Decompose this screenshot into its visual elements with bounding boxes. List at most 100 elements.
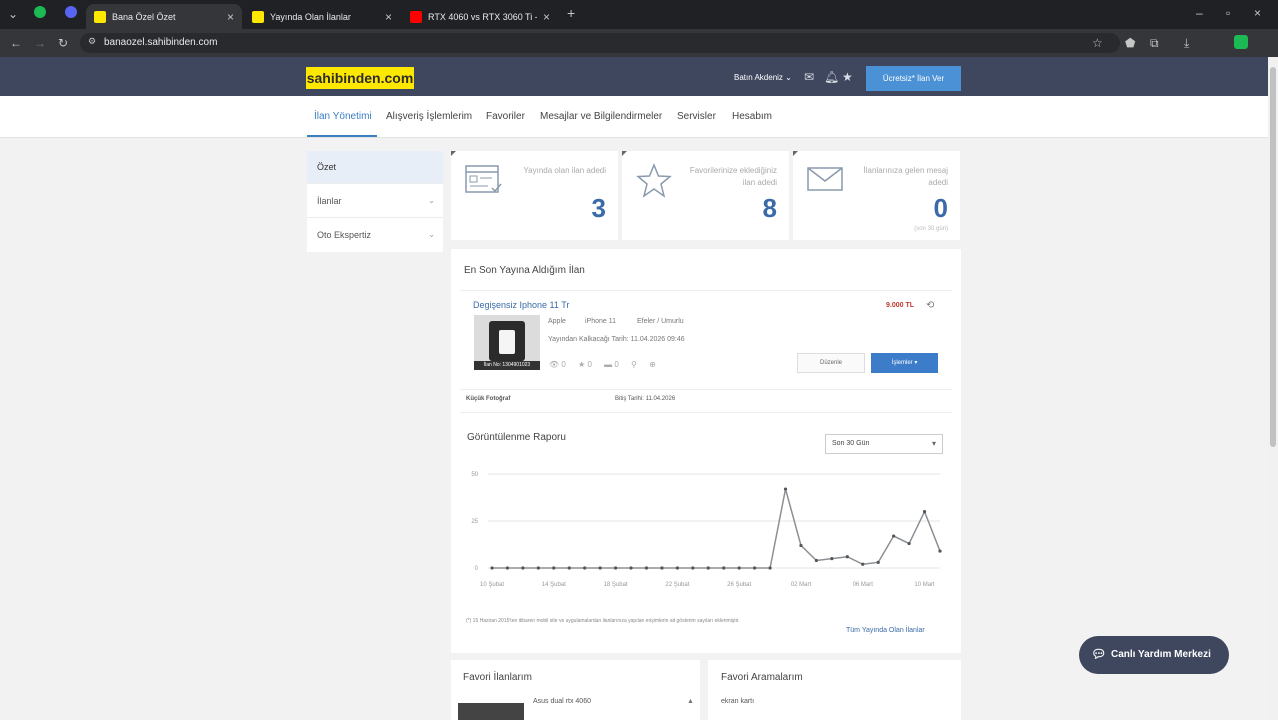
- close-tab-icon[interactable]: ×: [227, 10, 234, 24]
- tab-youtube[interactable]: RTX 4060 vs RTX 3060 Ti - Test ×: [402, 4, 558, 29]
- y-tick-label: 0: [475, 566, 479, 572]
- browser-tabstrip: ⌄ Bana Özel Özet × Yayında Olan İlanlar …: [0, 0, 1278, 29]
- reload-icon[interactable]: ↻: [58, 36, 68, 50]
- data-point: [644, 566, 649, 570]
- spotify-tab-icon[interactable]: [34, 6, 46, 18]
- close-tab-icon[interactable]: ×: [385, 10, 392, 24]
- youtube-favicon: [410, 10, 422, 23]
- phone-image: [489, 321, 525, 361]
- stat-label: Yayında olan ilan adedi: [523, 166, 606, 175]
- notifications-icon[interactable]: 🔔︎: [824, 70, 839, 84]
- close-tab-icon[interactable]: ×: [543, 10, 550, 24]
- nav-hesabim[interactable]: Hesabım: [732, 111, 772, 122]
- listing-number: İlan No: 1304901023: [474, 361, 540, 370]
- fav-search-item[interactable]: ekran kartı: [721, 698, 754, 705]
- globe-icon: ⊕: [649, 360, 656, 369]
- history-icon[interactable]: ⟲: [926, 300, 934, 311]
- messages-icon[interactable]: ✉: [804, 70, 814, 84]
- tab-yayinda-olan[interactable]: Yayında Olan İlanlar ×: [244, 4, 400, 29]
- nav-favoriler[interactable]: Favoriler: [486, 111, 525, 122]
- maximize-icon[interactable]: ▫: [1226, 6, 1230, 20]
- new-tab-icon[interactable]: +: [567, 5, 575, 21]
- listing-brand: Apple: [548, 318, 566, 325]
- nav-servisler[interactable]: Servisler: [677, 111, 716, 122]
- post-ad-button[interactable]: Ücretsiz* İlan Ver: [866, 66, 961, 91]
- all-active-listings-link[interactable]: Tüm Yayında Olan İlanlar: [846, 627, 925, 634]
- y-tick-label: 50: [471, 472, 478, 478]
- user-menu[interactable]: Batın Akdeniz ⌄: [734, 73, 792, 82]
- site-info-icon[interactable]: ⚙: [88, 36, 96, 47]
- download-icon[interactable]: ⤓: [1184, 36, 1189, 51]
- sidebar-item-label: Özet: [317, 162, 337, 172]
- listing-title-link[interactable]: Degişensiz Iphone 11 Tr: [473, 300, 569, 310]
- address-bar[interactable]: ⚙ banaozel.sahibinden.com: [80, 33, 1120, 53]
- report-range-select[interactable]: Son 30 Gün ▾: [825, 434, 943, 454]
- bookmark-star-icon[interactable]: ☆: [1092, 36, 1103, 50]
- nav-ilan-yonetimi[interactable]: İlan Yönetimi: [314, 111, 372, 122]
- listing-expiry: Yayından Kalkacağı Tarih: 11.04.2026 09:…: [548, 336, 685, 343]
- browser-toolbar: ← → ↻ ⚙ banaozel.sahibinden.com ☆ ⬟ ⧉ ⤓: [0, 29, 1278, 57]
- listing-model: iPhone 11: [585, 318, 617, 325]
- listing-stats-row: 👁︎ 0 ★ 0 ▬ 0 ⚲ ⊕: [549, 360, 656, 369]
- sidebar-item-ilanlar[interactable]: İlanlar ⌄: [307, 185, 443, 218]
- sidebar-item-ozet[interactable]: Özet: [307, 151, 443, 184]
- sidebar-item-oto-ekspertiz[interactable]: Oto Ekspertiz ⌄: [307, 219, 443, 252]
- stat-card-messages[interactable]: İlanlarınıza gelen mesaj adedi 0 (son 30…: [793, 151, 960, 240]
- data-point: [892, 534, 896, 538]
- scrollbar-thumb[interactable]: [1270, 67, 1276, 447]
- close-window-icon[interactable]: ×: [1254, 6, 1261, 20]
- stat-card-active-listings[interactable]: Yayında olan ilan adedi 3: [451, 151, 618, 240]
- tab-search-icon[interactable]: ⌄: [8, 7, 18, 21]
- minimize-icon[interactable]: –: [1196, 6, 1203, 20]
- mail-icon: [807, 167, 843, 191]
- y-tick-label: 25: [471, 519, 478, 525]
- stat-value: 8: [762, 193, 777, 223]
- chevron-down-icon: ⌄: [428, 196, 435, 205]
- x-tick-label: 06 Mart: [853, 582, 874, 588]
- tab-title: RTX 4060 vs RTX 3060 Ti - Test: [428, 11, 537, 22]
- data-point: [675, 566, 679, 570]
- edit-listing-button[interactable]: Düzenle: [797, 353, 865, 373]
- profile-icon[interactable]: [1234, 35, 1248, 49]
- chat-icon: 💬︎: [1091, 647, 1107, 661]
- favorites-star-icon[interactable]: ★: [842, 70, 853, 84]
- listing-location: Efeler / Umurlu: [637, 318, 684, 325]
- favorite-listings-title: Favori İlanlarım: [463, 672, 532, 683]
- report-footnote: (*) 15 Haziran 2015'ten itibaren mobil s…: [466, 618, 740, 624]
- data-point: [505, 566, 510, 570]
- sahibinden-logo[interactable]: sahibinden.com: [306, 67, 414, 89]
- listing-actions-button[interactable]: İşlemler ▾: [871, 353, 938, 373]
- chevron-down-icon: ⌄: [428, 230, 435, 239]
- forward-icon[interactable]: →: [34, 36, 46, 50]
- series-line: [492, 488, 941, 569]
- data-point: [598, 566, 602, 570]
- stat-card-favorites[interactable]: Favorilerinize eklediğiniz ilan adedi 8: [622, 151, 789, 240]
- messages-count-icon: ▬ 0: [604, 360, 619, 369]
- x-tick-label: 02 Mart: [791, 582, 812, 588]
- site-header: sahibinden.com Batın Akdeniz ⌄ ✉ 🔔︎ ★ Üc…: [0, 57, 1268, 96]
- stat-value: 3: [591, 193, 606, 223]
- data-point: [613, 566, 618, 570]
- data-point: [722, 566, 726, 570]
- fav-listing-item[interactable]: Asus dual rtx 4060: [533, 698, 591, 705]
- nav-alisveris[interactable]: Alışveriş İşlemlerim: [386, 111, 472, 122]
- tab-bana-ozel[interactable]: Bana Özel Özet ×: [86, 4, 242, 29]
- sidebar: Özet İlanlar ⌄ Oto Ekspertiz ⌄: [307, 151, 443, 252]
- fav-listing-thumbnail[interactable]: [458, 703, 524, 720]
- pinned-tab-icon[interactable]: [65, 6, 77, 18]
- back-icon[interactable]: ←: [10, 36, 22, 50]
- listing-thumbnail[interactable]: İlan No: 1304901023: [474, 315, 540, 370]
- nav-mesajlar[interactable]: Mesajlar ve Bilgilendirmeler: [540, 111, 662, 122]
- live-help-button[interactable]: 💬︎ Canlı Yardım Merkezi: [1079, 636, 1229, 674]
- extension-icon[interactable]: ⬟: [1125, 36, 1135, 50]
- divider: [460, 412, 952, 413]
- scroll-up-icon[interactable]: ▲: [687, 698, 694, 705]
- data-point: [552, 566, 556, 570]
- views-icon: 👁︎ 0: [549, 360, 566, 369]
- x-tick-label: 10 Mart: [914, 582, 935, 588]
- main-nav: İlan Yönetimi Alışveriş İşlemlerim Favor…: [0, 96, 1268, 138]
- data-point: [768, 566, 772, 570]
- x-tick-label: 26 Şubat: [727, 582, 751, 588]
- page-scrollbar[interactable]: [1268, 57, 1278, 720]
- puzzle-icon[interactable]: ⧉: [1150, 36, 1159, 51]
